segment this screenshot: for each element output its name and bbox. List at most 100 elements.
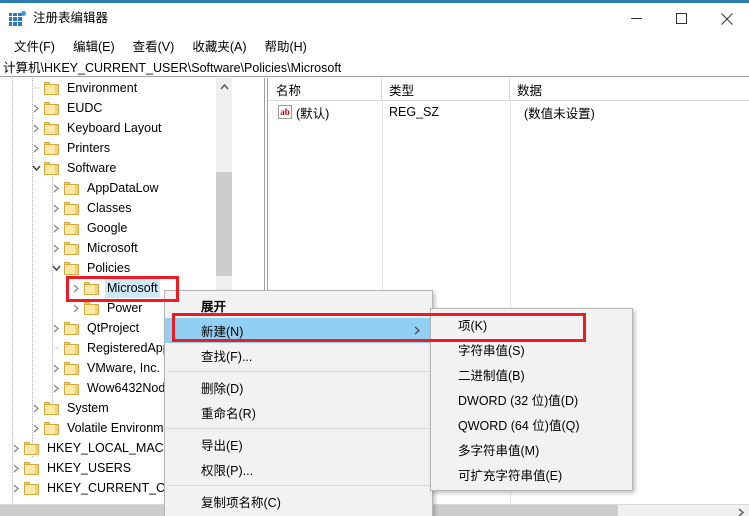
menu-edit[interactable]: 编辑(E) [64,33,124,58]
tree-leaf-marker [48,338,64,358]
tree-item-environment[interactable]: Environment [0,78,232,98]
context-menu-item[interactable]: 查找(F)... [165,343,432,368]
menu-favorites[interactable]: 收藏夹(A) [183,33,255,58]
value-data: (数值未设置) [517,103,595,122]
chevron-down-icon[interactable] [28,158,44,178]
submenu-item[interactable]: QWORD (64 位)值(Q) [431,412,632,437]
tree-item-label: QtProject [85,318,141,338]
tree-item-software[interactable]: Software [0,158,232,178]
column-header-name[interactable]: 名称 [269,78,382,101]
folder-icon [44,82,59,95]
menu-separator [167,485,430,486]
context-menu-item-label: 重命名(R) [201,403,256,422]
chevron-right-icon[interactable] [48,318,64,338]
menu-separator [167,371,430,372]
chevron-right-icon[interactable] [48,178,64,198]
chevron-right-icon[interactable] [48,378,64,398]
tree-item-policies[interactable]: Policies [0,258,232,278]
value-type: REG_SZ [382,105,517,119]
chevron-right-icon[interactable] [48,218,64,238]
context-menu-item[interactable]: 权限(P)... [165,457,432,482]
value-name: (默认) [296,103,382,122]
vertical-scroll-thumb[interactable] [216,172,232,276]
submenu-item-label: 字符串值(S) [458,340,525,359]
address-bar[interactable]: 计算机\HKEY_CURRENT_USER\Software\Policies\… [0,57,749,77]
tree-item-keyboard-layout[interactable]: Keyboard Layout [0,118,232,138]
context-menu-item-label: 查找(F)... [201,346,252,365]
context-menu-item-label: 导出(E) [201,435,243,454]
chevron-right-icon[interactable] [48,358,64,378]
folder-icon [44,162,59,175]
chevron-right-icon[interactable] [28,138,44,158]
chevron-right-icon[interactable] [8,458,24,478]
submenu-item[interactable]: 二进制值(B) [431,362,632,387]
chevron-right-icon[interactable] [28,98,44,118]
submenu-item[interactable]: 多字符串值(M) [431,437,632,462]
new-submenu[interactable]: 项(K) 字符串值(S) 二进制值(B)DWORD (32 位)值(D)QWORD … [430,308,633,491]
submenu-item[interactable]: 项(K) [431,312,632,337]
context-menu-item-label: 删除(D) [201,378,243,397]
chevron-right-icon[interactable] [68,278,84,298]
folder-icon [44,402,59,415]
tree-item-printers[interactable]: Printers [0,138,232,158]
context-menu-item[interactable]: 新建(N) [165,318,432,343]
submenu-item[interactable]: 字符串值(S) [431,337,632,362]
tree-item-microsoft[interactable]: Microsoft [0,238,232,258]
tree-item-label: EUDC [65,98,104,118]
submenu-item-label: 项(K) [458,315,487,334]
context-menu-item[interactable]: 展开 [165,293,432,318]
submenu-item[interactable]: DWORD (32 位)值(D) [431,387,632,412]
close-button[interactable] [704,3,749,34]
folder-icon [24,482,39,495]
scroll-up-arrow-icon[interactable] [216,78,232,95]
menu-help[interactable]: 帮助(H) [255,33,315,58]
chevron-right-icon [414,318,420,343]
tree-item-label: Microsoft [85,238,140,258]
context-menu-item-label: 展开 [201,296,226,315]
chevron-right-icon[interactable] [8,478,24,498]
context-menu-item[interactable]: 复制项名称(C) [165,489,432,514]
chevron-down-icon[interactable] [48,258,64,278]
maximize-button[interactable] [659,3,704,34]
chevron-right-icon[interactable] [48,238,64,258]
tree-item-label: System [65,398,111,418]
tree-item-google[interactable]: Google [0,218,232,238]
chevron-right-icon[interactable] [28,398,44,418]
menu-file[interactable]: 文件(F) [5,33,64,58]
tree-item-label: AppDataLow [85,178,161,198]
tree-item-label: Software [65,158,118,178]
folder-icon [64,342,79,355]
chevron-right-icon[interactable] [28,418,44,438]
address-path: 计算机\HKEY_CURRENT_USER\Software\Policies\… [0,57,341,76]
tree-item-label: HKEY_LOCAL_MACH [45,438,175,458]
chevron-right-icon[interactable] [28,118,44,138]
window-title: 注册表编辑器 [33,12,108,25]
context-menu-item-label: 新建(N) [201,321,243,340]
folder-icon [44,142,59,155]
tree-item-label: Environment [65,78,139,98]
context-menu[interactable]: 展开新建(N) 查找(F)... 删除(D) 重命名(R) 导出(E) 权限(P)... 复… [164,290,433,516]
tree-item-appdatalow[interactable]: AppDataLow [0,178,232,198]
tree-item-classes[interactable]: Classes [0,198,232,218]
minimize-button[interactable] [614,3,659,34]
menu-separator [167,428,430,429]
scroll-right-arrow-icon[interactable] [732,505,749,516]
context-menu-item[interactable]: 重命名(R) [165,400,432,425]
tree-item-label: Power [105,298,144,318]
menu-view[interactable]: 查看(V) [124,33,184,58]
chevron-right-icon[interactable] [8,438,24,458]
column-header-type[interactable]: 类型 [382,78,510,101]
folder-icon [64,322,79,335]
window-controls [614,3,749,34]
context-menu-item[interactable]: 导出(E) [165,432,432,457]
registry-grid-icon [9,11,25,27]
column-header-data[interactable]: 数据 [510,78,749,101]
table-row[interactable]: ab (默认) REG_SZ (数值未设置) [269,101,749,123]
submenu-item[interactable]: 可扩充字符串值(E) [431,462,632,487]
list-column-headers: 名称 类型 数据 [269,78,749,101]
context-menu-item[interactable]: 删除(D) [165,375,432,400]
chevron-right-icon[interactable] [68,298,84,318]
tree-item-eudc[interactable]: EUDC [0,98,232,118]
chevron-right-icon[interactable] [48,198,64,218]
tree-item-label: RegisteredApp [85,338,172,358]
